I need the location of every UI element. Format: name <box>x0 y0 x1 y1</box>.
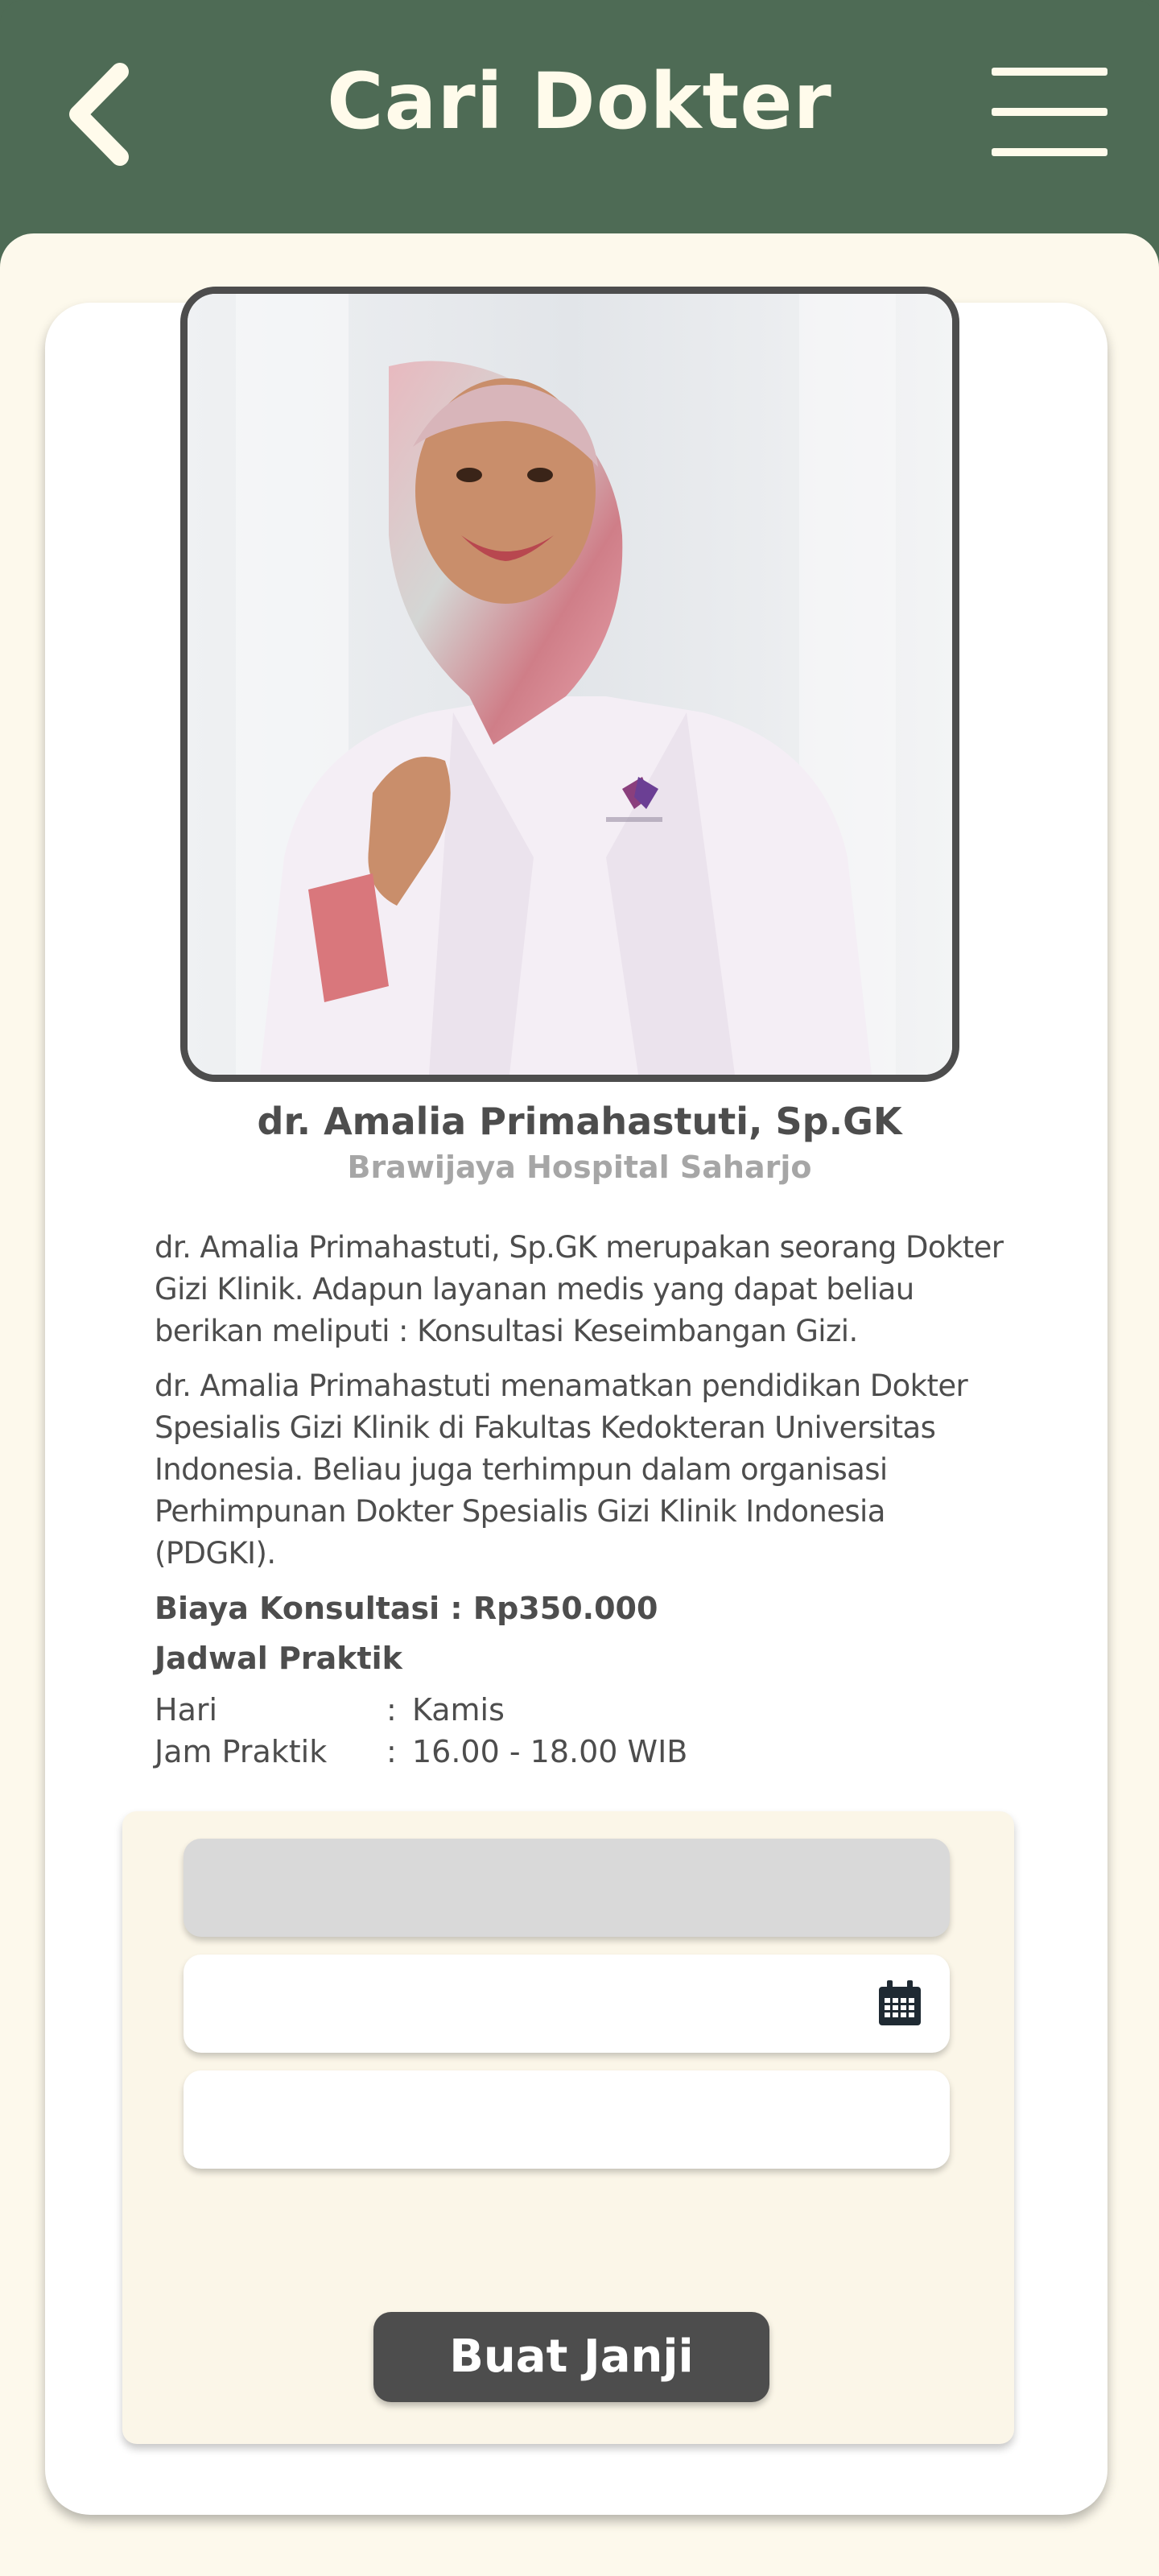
date-field[interactable] <box>184 1955 950 2053</box>
schedule-title: Jadwal Praktik <box>155 1641 402 1676</box>
app-header: Cari Dokter <box>0 0 1159 242</box>
doctor-description-education: dr. Amalia Primahastuti menamatkan pendi… <box>155 1368 968 1571</box>
menu-button[interactable] <box>992 68 1107 156</box>
hamburger-menu-icon <box>992 68 1107 76</box>
doctor-description-intro: dr. Amalia Primahastuti, Sp.GK merupakan… <box>155 1230 1004 1348</box>
page-title: Cari Dokter <box>327 56 832 147</box>
calendar-icon[interactable] <box>877 1980 922 2027</box>
schedule-label: Hari <box>155 1692 218 1728</box>
make-appointment-button[interactable]: Buat Janji <box>373 2312 769 2402</box>
schedule-separator: : <box>386 1692 397 1728</box>
doctor-portrait-image <box>188 294 952 1075</box>
doctor-photo <box>180 287 959 1082</box>
schedule-label: Jam Praktik <box>155 1734 328 1769</box>
name-field[interactable] <box>184 1839 950 1937</box>
consultation-fee: Biaya Konsultasi : Rp350.000 <box>155 1591 658 1626</box>
doctor-name: dr. Amalia Primahastuti, Sp.GK <box>257 1100 902 1143</box>
notes-field[interactable] <box>184 2070 950 2169</box>
hospital-name: Brawijaya Hospital Saharjo <box>347 1150 812 1185</box>
schedule-value: 16.00 - 18.00 WIB <box>412 1734 688 1769</box>
schedule-separator: : <box>386 1734 397 1769</box>
schedule-value: Kamis <box>412 1692 505 1728</box>
